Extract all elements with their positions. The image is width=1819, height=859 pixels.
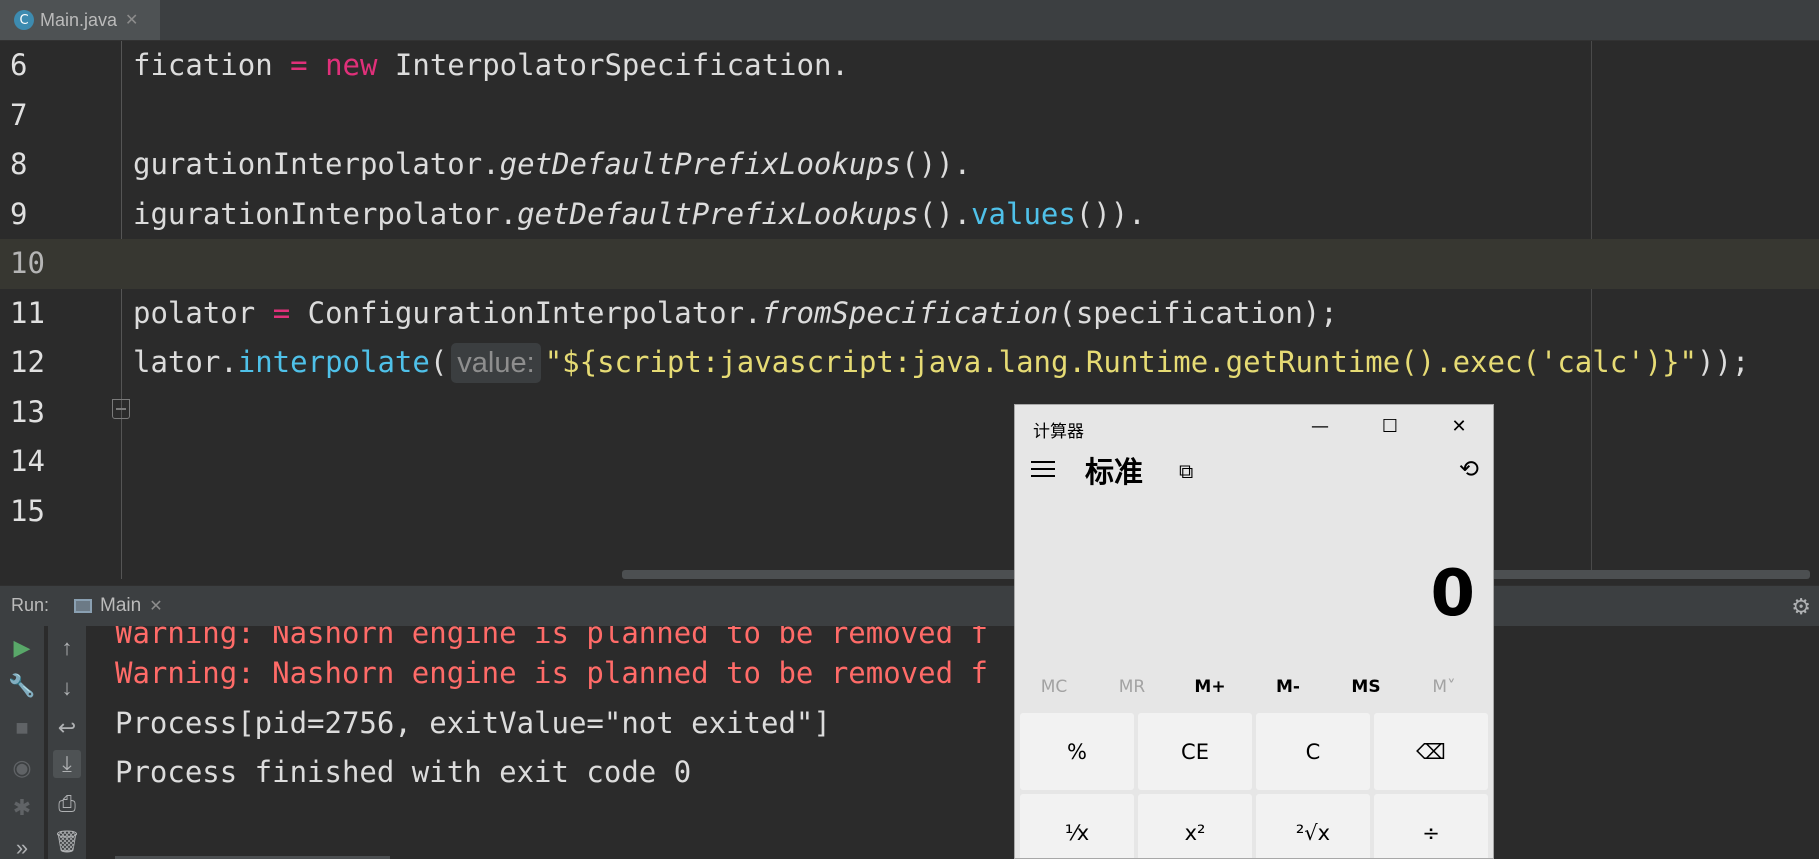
code-text: gurationInterpolator.getDefaultPrefixLoo… <box>133 147 972 181</box>
tab-label: Main.java <box>40 9 118 30</box>
run-tab-label: Main <box>100 595 142 616</box>
code-line[interactable]: 11 polator = ConfigurationInterpolator.f… <box>0 289 1819 339</box>
calculator-display: 0 <box>1430 557 1475 631</box>
arrow-up-icon[interactable]: ↑ <box>53 634 81 662</box>
print-icon[interactable]: ⎙ <box>53 790 81 818</box>
line-number: 9 <box>10 196 28 231</box>
more-icon[interactable]: » <box>8 834 36 859</box>
maximize-icon[interactable]: ☐ <box>1355 405 1425 449</box>
code-text: fication = new InterpolatorSpecification… <box>133 48 849 82</box>
code-text: polator = ConfigurationInterpolator.from… <box>133 295 1338 330</box>
console-line: Warning: Nashorn engine is planned to be… <box>115 656 988 690</box>
line-number: 13 <box>10 394 45 429</box>
backspace-button[interactable]: ⌫ <box>1374 713 1488 790</box>
minimize-icon[interactable]: — <box>1285 405 1355 449</box>
line-number: 6 <box>10 48 28 82</box>
line-number: 10 <box>10 246 45 280</box>
memory-list-button[interactable]: M˅ <box>1405 677 1483 697</box>
run-toolbar: Run: Main ✕ ⚙ <box>0 585 1819 626</box>
trash-icon[interactable]: 🗑 <box>53 828 81 856</box>
code-line[interactable]: 8 gurationInterpolator.getDefaultPrefixL… <box>0 140 1819 190</box>
code-text: igurationInterpolator.getDefaultPrefixLo… <box>133 196 1146 231</box>
code-line[interactable]: 13 <box>0 388 1819 438</box>
keep-on-top-icon[interactable]: ⧉ <box>1179 459 1193 483</box>
line-number: 15 <box>10 493 45 528</box>
run-tab-main[interactable]: Main ✕ <box>74 586 186 626</box>
fold-marker-icon[interactable] <box>112 399 130 419</box>
code-line[interactable]: 9 igurationInterpolator.getDefaultPrefix… <box>0 190 1819 240</box>
clear-entry-button[interactable]: CE <box>1138 713 1252 790</box>
memory-subtract-button[interactable]: M- <box>1249 677 1327 697</box>
parameter-hint: value: <box>451 343 541 383</box>
console-line: Warning: Nashorn engine is planned to be… <box>115 626 988 650</box>
tab-main-java[interactable]: C Main.java ✕ <box>0 0 160 40</box>
line-number: 12 <box>10 345 45 379</box>
scroll-to-end-icon[interactable]: ⤓ <box>53 750 81 778</box>
close-icon[interactable]: ✕ <box>1424 405 1493 449</box>
square-button[interactable]: x² <box>1138 794 1252 858</box>
calculator-title: 计算器 <box>1033 422 1084 442</box>
arrow-down-icon[interactable]: ↓ <box>53 674 81 702</box>
divide-button[interactable]: ÷ <box>1374 794 1488 858</box>
code-line[interactable]: 12 lator.interpolate(value: "${script:jav… <box>0 338 1819 388</box>
line-number: 14 <box>10 444 45 478</box>
stop-icon[interactable]: ■ <box>8 714 36 742</box>
play-icon[interactable]: ▶ <box>8 634 36 662</box>
bug-icon[interactable]: ✱ <box>8 794 36 822</box>
code-editor[interactable]: 6 fication = new InterpolatorSpecificati… <box>0 41 1819 579</box>
line-number: 11 <box>10 295 45 330</box>
run-label: Run: <box>11 595 50 615</box>
memory-add-button[interactable]: M+ <box>1171 677 1249 697</box>
soft-wrap-icon[interactable]: ↩ <box>53 714 81 742</box>
run-console[interactable]: ▶ 🔧 ■ ◉ ✱ » ↑ ↓ ↩ ⤓ ⎙ 🗑 Warning: Nashorn… <box>0 626 1819 859</box>
code-text: lator.interpolate(value: "${script:javasc… <box>133 338 1749 388</box>
editor-tabbar: C Main.java ✕ <box>0 0 1819 41</box>
run-right-toolbar: ↑ ↓ ↩ ⤓ ⎙ 🗑 <box>48 626 86 859</box>
memory-recall-button[interactable]: MR <box>1093 677 1171 697</box>
memory-clear-button[interactable]: MC <box>1015 677 1093 697</box>
gear-icon[interactable]: ⚙ <box>1791 594 1811 620</box>
code-line[interactable]: 14 <box>0 437 1819 487</box>
square-root-button[interactable]: ²√x <box>1256 794 1370 858</box>
history-icon[interactable]: ⟲ <box>1459 455 1479 483</box>
code-line[interactable]: 7 <box>0 91 1819 141</box>
code-line-current[interactable]: 10 <box>0 239 1819 289</box>
close-icon[interactable]: ✕ <box>149 596 162 616</box>
close-icon[interactable]: ✕ <box>125 10 138 30</box>
code-line[interactable]: 6 fication = new InterpolatorSpecificati… <box>0 41 1819 91</box>
clear-button[interactable]: C <box>1256 713 1370 790</box>
wrench-icon[interactable]: 🔧 <box>8 672 36 700</box>
calculator-window[interactable]: 计算器 — ☐ ✕ 标准 ⧉ ⟲ 0 MC MR M+ M- MS M˅ % C… <box>1014 404 1494 859</box>
memory-store-button[interactable]: MS <box>1327 677 1405 697</box>
console-line: Process finished with exit code 0 <box>115 755 692 789</box>
line-number: 8 <box>10 147 28 181</box>
line-number: 7 <box>10 97 28 132</box>
calculator-mode: 标准 <box>1085 455 1144 489</box>
run-left-toolbar: ▶ 🔧 ■ ◉ ✱ » <box>0 626 44 859</box>
hamburger-menu-icon[interactable] <box>1031 461 1055 482</box>
console-line: Process[pid=2756, exitValue="not exited"… <box>115 706 831 740</box>
console-icon <box>74 599 92 613</box>
code-line[interactable]: 15 <box>0 487 1819 537</box>
percent-button[interactable]: % <box>1020 713 1134 790</box>
reciprocal-button[interactable]: ¹⁄x <box>1020 794 1134 858</box>
camera-icon[interactable]: ◉ <box>8 754 36 782</box>
java-class-icon: C <box>14 10 34 30</box>
